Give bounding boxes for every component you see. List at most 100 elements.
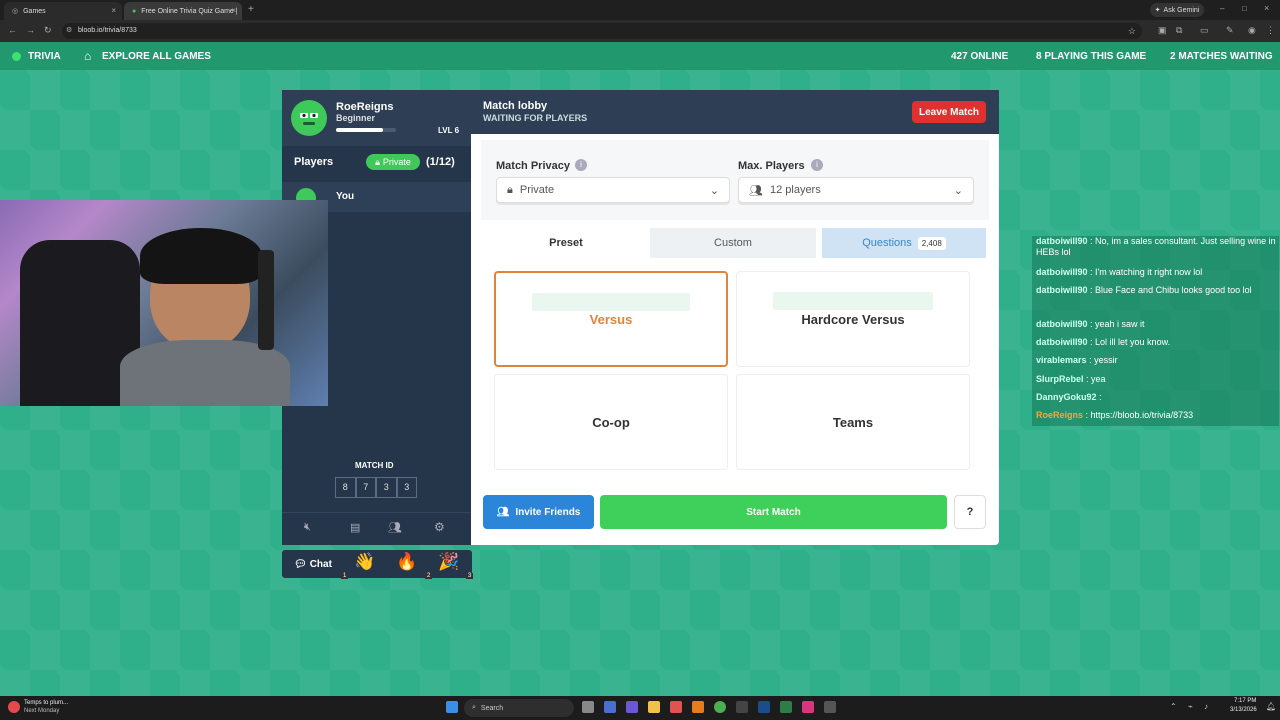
tab-custom[interactable]: Custom <box>650 228 816 258</box>
profile-name: RoeReigns <box>336 101 394 113</box>
tray-chevron-icon[interactable]: ⌃ <box>1170 702 1177 711</box>
tab-questions[interactable]: Questions 2,408 <box>822 228 986 258</box>
mute-icon[interactable]: 🔇︎ <box>304 521 311 534</box>
menu-dots-icon[interactable]: ⋮ <box>1266 25 1275 36</box>
webcam-overlay <box>0 200 328 406</box>
steam-icon[interactable] <box>758 701 770 713</box>
chat-message: datboiwill90 : Blue Face and Chibu looks… <box>1036 285 1252 295</box>
reaction-count: 3 <box>466 573 474 579</box>
chat-button[interactable]: 💬︎ Chat <box>286 553 338 575</box>
invite-friends-button[interactable]: 👥︎ Invite Friends <box>483 495 594 529</box>
leaderboard-icon[interactable]: ▤ <box>350 521 360 534</box>
gemini-icon: ✦ <box>1154 7 1161 14</box>
xp-bar-fill <box>336 128 383 132</box>
brand-link[interactable]: TRIVIA <box>28 51 61 62</box>
microphone-shape <box>258 250 274 350</box>
explore-games-link[interactable]: EXPLORE ALL GAMES <box>102 51 211 62</box>
profile-icon[interactable]: ◉ <box>1248 25 1256 36</box>
online-count: 427 ONLINE <box>951 51 1009 62</box>
minimize-icon[interactable]: – <box>1220 4 1224 13</box>
group-icon: 👥︎ <box>749 184 763 197</box>
match-id-digit: 3 <box>376 477 397 498</box>
app-icon[interactable] <box>692 701 704 713</box>
weather-title: Temps to plum... <box>24 700 69 706</box>
maximize-icon[interactable]: □ <box>1242 4 1247 13</box>
player-name: You <box>336 191 355 202</box>
extension-icon[interactable]: ⧉ <box>1176 25 1182 36</box>
xp-bar <box>336 128 396 132</box>
chat-message: virablemars : yessir <box>1036 355 1118 365</box>
info-icon[interactable]: i <box>575 159 587 171</box>
chat-bar: 💬︎ Chat 👋 1 🔥 2 🎉 3 <box>282 550 474 579</box>
avatar[interactable] <box>291 100 327 136</box>
party-reaction-button[interactable]: 🎉 <box>438 552 459 572</box>
app-icon[interactable] <box>626 701 638 713</box>
app-icon[interactable] <box>780 701 792 713</box>
chat-message: datboiwill90 : I'm watching it right now… <box>1036 267 1203 277</box>
app-icon[interactable] <box>824 701 836 713</box>
file-explorer-icon[interactable] <box>648 701 660 713</box>
max-players-label: Max. Players <box>738 160 805 172</box>
back-icon[interactable]: ← <box>8 25 17 35</box>
group-icon[interactable]: 👥︎ <box>388 521 402 534</box>
players-heading: Players <box>294 156 334 168</box>
chevron-down-icon: ⌄ <box>953 184 963 197</box>
ask-gemini-button[interactable]: ✦ Ask Gemini <box>1150 3 1204 17</box>
settings-gear-icon[interactable]: ⚙ <box>434 520 445 534</box>
wave-reaction-button[interactable]: 👋 <box>354 552 375 572</box>
blob-face-icon <box>300 113 318 125</box>
notification-bell-icon[interactable]: 🔔︎ <box>1266 702 1276 711</box>
extension-icon[interactable]: ▣ <box>1158 25 1167 36</box>
browser-tab-trivia[interactable]: ● Free Online Trivia Quiz Game | × <box>124 2 242 20</box>
lock-icon: 🔒︎ <box>375 156 380 167</box>
close-icon[interactable]: × <box>231 6 236 15</box>
weather-widget[interactable]: Temps to plum... Next Monday <box>8 699 88 717</box>
forward-icon[interactable]: → <box>26 25 35 35</box>
window-close-icon[interactable]: × <box>1264 3 1269 13</box>
mode-card-versus[interactable]: Versus <box>494 271 728 367</box>
mode-card-teams[interactable]: Teams <box>736 374 970 470</box>
app-icon[interactable] <box>670 701 682 713</box>
volume-icon[interactable]: ♪ <box>1204 702 1208 711</box>
task-view-icon[interactable] <box>582 701 594 713</box>
fire-reaction-button[interactable]: 🔥 <box>396 552 417 572</box>
app-icon[interactable] <box>736 701 748 713</box>
leave-match-button[interactable]: Leave Match <box>912 101 986 123</box>
taskbar-search[interactable]: ⌕ Search <box>464 699 574 717</box>
address-bar[interactable]: ⚙ bloob.io/trivia/8733 ☆ <box>62 23 1142 39</box>
close-icon[interactable]: × <box>111 6 116 15</box>
browser-tab-games[interactable]: ◎ Games × <box>4 2 122 20</box>
mode-card-coop[interactable]: Co-op <box>494 374 728 470</box>
online-dot-icon <box>12 52 21 61</box>
tab-preset[interactable]: Preset <box>484 228 648 258</box>
chat-message: SlurpRebel : yea <box>1036 374 1106 384</box>
profile-rank: Beginner <box>336 113 376 123</box>
max-players-select[interactable]: 👥︎ 12 players ⌄ <box>738 177 974 203</box>
playing-count: 8 PLAYING THIS GAME <box>1036 51 1147 62</box>
info-icon[interactable]: i <box>811 159 823 171</box>
match-privacy-select[interactable]: 🔒︎ Private ⌄ <box>496 177 730 203</box>
reload-icon[interactable]: ↻ <box>44 25 52 36</box>
mode-card-hardcore-versus[interactable]: Hardcore Versus <box>736 271 970 367</box>
match-id-digit: 7 <box>355 477 376 498</box>
lobby-header: Match lobby WAITING FOR PLAYERS Leave Ma… <box>471 90 999 134</box>
help-button[interactable]: ? <box>954 495 986 529</box>
players-header: Players 🔒︎ Private (1/12) <box>282 148 471 176</box>
start-windows-icon[interactable] <box>446 701 458 713</box>
new-tab-icon[interactable]: + <box>248 4 254 15</box>
chrome-icon[interactable] <box>714 701 726 713</box>
match-id-digits: 8 7 3 3 <box>335 477 417 498</box>
stream-chat-overlay: datboiwill90 : No, im a sales consultant… <box>1032 236 1279 426</box>
clock-date: 3/13/2026 <box>1230 707 1257 713</box>
chat-message: datboiwill90 : yeah i saw it <box>1036 319 1145 329</box>
extension-icon[interactable]: ▭ <box>1200 25 1209 36</box>
level-label: LVL 6 <box>438 126 460 135</box>
extension-icon[interactable]: ✎ <box>1226 25 1234 36</box>
app-icon[interactable] <box>604 701 616 713</box>
lobby-title: Match lobby <box>483 100 548 112</box>
start-match-button[interactable]: Start Match <box>600 495 947 529</box>
bookmark-star-icon[interactable]: ☆ <box>1128 23 1136 39</box>
network-icon[interactable]: ⌁ <box>1188 702 1193 711</box>
app-icon[interactable] <box>802 701 814 713</box>
clock-time: 7:17 PM <box>1234 698 1257 704</box>
